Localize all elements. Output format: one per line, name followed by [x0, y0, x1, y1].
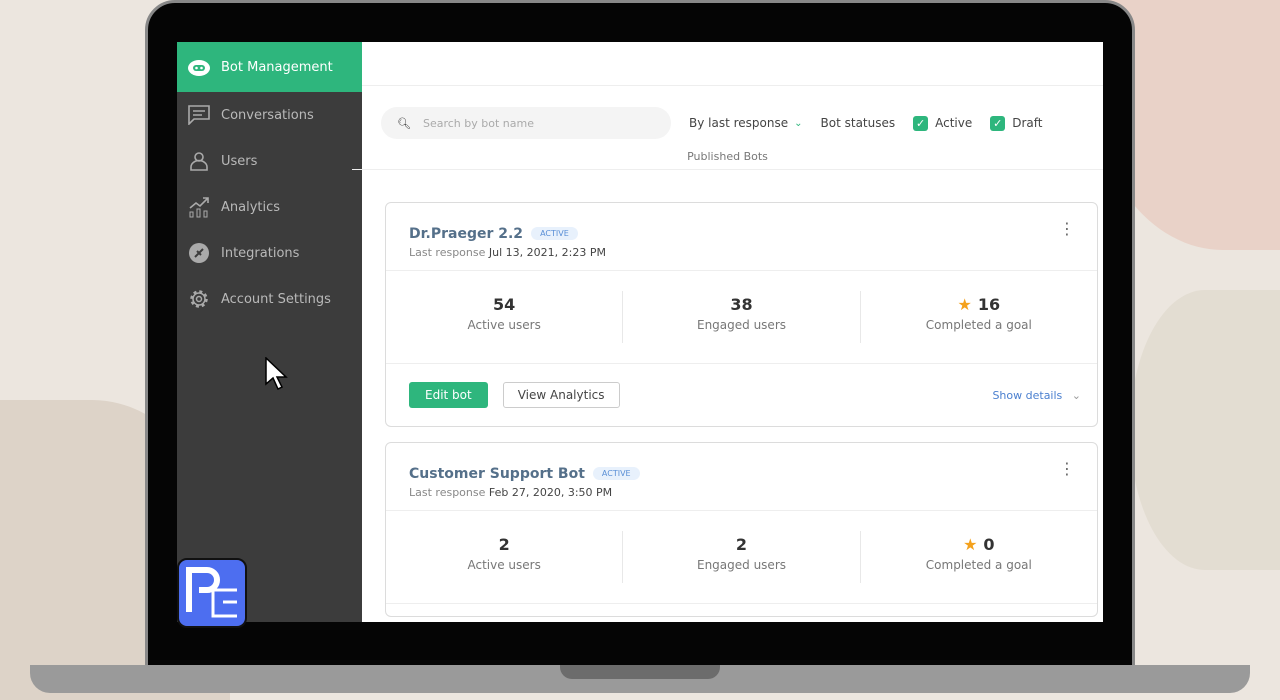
stat-value: 2	[735, 535, 748, 554]
stat-label: Engaged users	[696, 318, 786, 332]
filter-bar: 🔍︎ Search by bot name By last response ⌄ B…	[362, 100, 1103, 146]
more-options-icon[interactable]: ⋮	[1059, 461, 1075, 477]
user-icon	[187, 149, 211, 173]
sidebar-item-analytics[interactable]: Analytics	[177, 184, 362, 230]
mouse-cursor-icon	[265, 356, 289, 395]
section-title: Published Bots	[352, 150, 1103, 170]
stat-value: 38	[730, 295, 753, 314]
draft-checkbox[interactable]: ✓ Draft	[990, 115, 1043, 131]
active-checkbox[interactable]: ✓ Active	[913, 115, 973, 131]
search-icon: 🔍︎	[397, 116, 411, 130]
bot-card: Dr.Praeger 2.2 ACTIVE Last response Jul 1…	[385, 202, 1098, 427]
last-response-label: Last response	[409, 246, 486, 259]
stat-value: 54	[493, 295, 516, 314]
sidebar-item-account-settings[interactable]: Account Settings	[177, 276, 362, 322]
star-icon: ★	[957, 295, 972, 314]
plug-icon	[187, 241, 211, 265]
bot-statuses-label: Bot statuses	[820, 116, 896, 130]
chevron-down-icon: ⌄	[1071, 388, 1081, 402]
checkbox-label: Draft	[1012, 116, 1043, 130]
last-response-value: Jul 13, 2021, 2:23 PM	[488, 246, 606, 259]
stat-value: 16	[977, 295, 1001, 314]
stat-label: Completed a goal	[925, 558, 1032, 572]
status-badge: ACTIVE	[592, 467, 640, 480]
main-content: 🔍︎ Search by bot name By last response ⌄ B…	[352, 42, 1103, 622]
analytics-icon	[187, 195, 211, 219]
sidebar-item-bot-management[interactable]: Bot Management	[177, 42, 362, 92]
sidebar-item-conversations[interactable]: Conversations	[177, 92, 362, 138]
bot-name[interactable]: Customer Support Bot	[409, 466, 585, 482]
check-icon: ✓	[913, 115, 929, 131]
search-input[interactable]: 🔍︎ Search by bot name	[381, 107, 671, 139]
background-shape	[1130, 290, 1280, 570]
gear-icon	[187, 287, 211, 311]
sidebar-item-label: Conversations	[221, 107, 314, 123]
brand-logo	[177, 558, 247, 628]
sidebar-item-label: Bot Management	[221, 59, 333, 75]
sidebar: Bot Management Conversations Users Analy…	[177, 42, 362, 622]
check-icon: ✓	[990, 115, 1006, 131]
stat-label: Engaged users	[696, 558, 786, 572]
bot-card: Customer Support Bot ACTIVE Last response…	[385, 442, 1098, 617]
app-screen: Bot Management Conversations Users Analy…	[177, 42, 1103, 622]
sidebar-item-label: Analytics	[221, 199, 281, 215]
sidebar-item-integrations[interactable]: Integrations	[177, 230, 362, 276]
stat-active-users: 54 Active users	[386, 291, 624, 343]
stat-engaged-users: 38 Engaged users	[623, 291, 861, 343]
stat-completed-goal: ★ 16 Completed a goal	[861, 291, 1097, 343]
stat-label: Active users	[467, 318, 541, 332]
stat-label: Active users	[467, 558, 541, 572]
view-analytics-button[interactable]: View Analytics	[502, 382, 620, 408]
show-details-button[interactable]: Show details ⌄	[992, 389, 1081, 402]
stat-value: 2	[498, 535, 510, 554]
sort-dropdown[interactable]: By last response ⌄	[689, 116, 803, 130]
last-response-value: Feb 27, 2020, 3:50 PM	[488, 486, 613, 499]
sort-label: By last response	[689, 116, 789, 130]
sidebar-item-label: Users	[221, 153, 258, 169]
more-options-icon[interactable]: ⋮	[1059, 221, 1075, 237]
status-badge: ACTIVE	[531, 227, 578, 240]
checkbox-label: Active	[935, 116, 973, 130]
search-placeholder: Search by bot name	[422, 116, 534, 130]
sidebar-item-label: Integrations	[221, 245, 300, 261]
edit-bot-button[interactable]: Edit bot	[409, 382, 488, 408]
sidebar-item-users[interactable]: Users	[177, 138, 362, 184]
stat-label: Completed a goal	[925, 318, 1032, 332]
stat-value: 0	[983, 535, 995, 554]
stat-engaged-users: 2 Engaged users	[623, 531, 861, 583]
last-response-label: Last response	[409, 486, 486, 499]
robot-icon	[187, 55, 211, 79]
laptop-notch	[560, 665, 720, 679]
stat-completed-goal: ★ 0 Completed a goal	[861, 531, 1097, 583]
show-details-label: Show details	[992, 388, 1063, 402]
bot-name[interactable]: Dr.Praeger 2.2	[409, 226, 523, 242]
stat-active-users: 2 Active users	[386, 531, 624, 583]
sidebar-item-label: Account Settings	[221, 291, 331, 307]
chat-icon	[187, 103, 211, 127]
top-bar	[362, 42, 1103, 86]
star-icon: ★	[963, 535, 978, 554]
chevron-down-icon: ⌄	[794, 117, 803, 129]
